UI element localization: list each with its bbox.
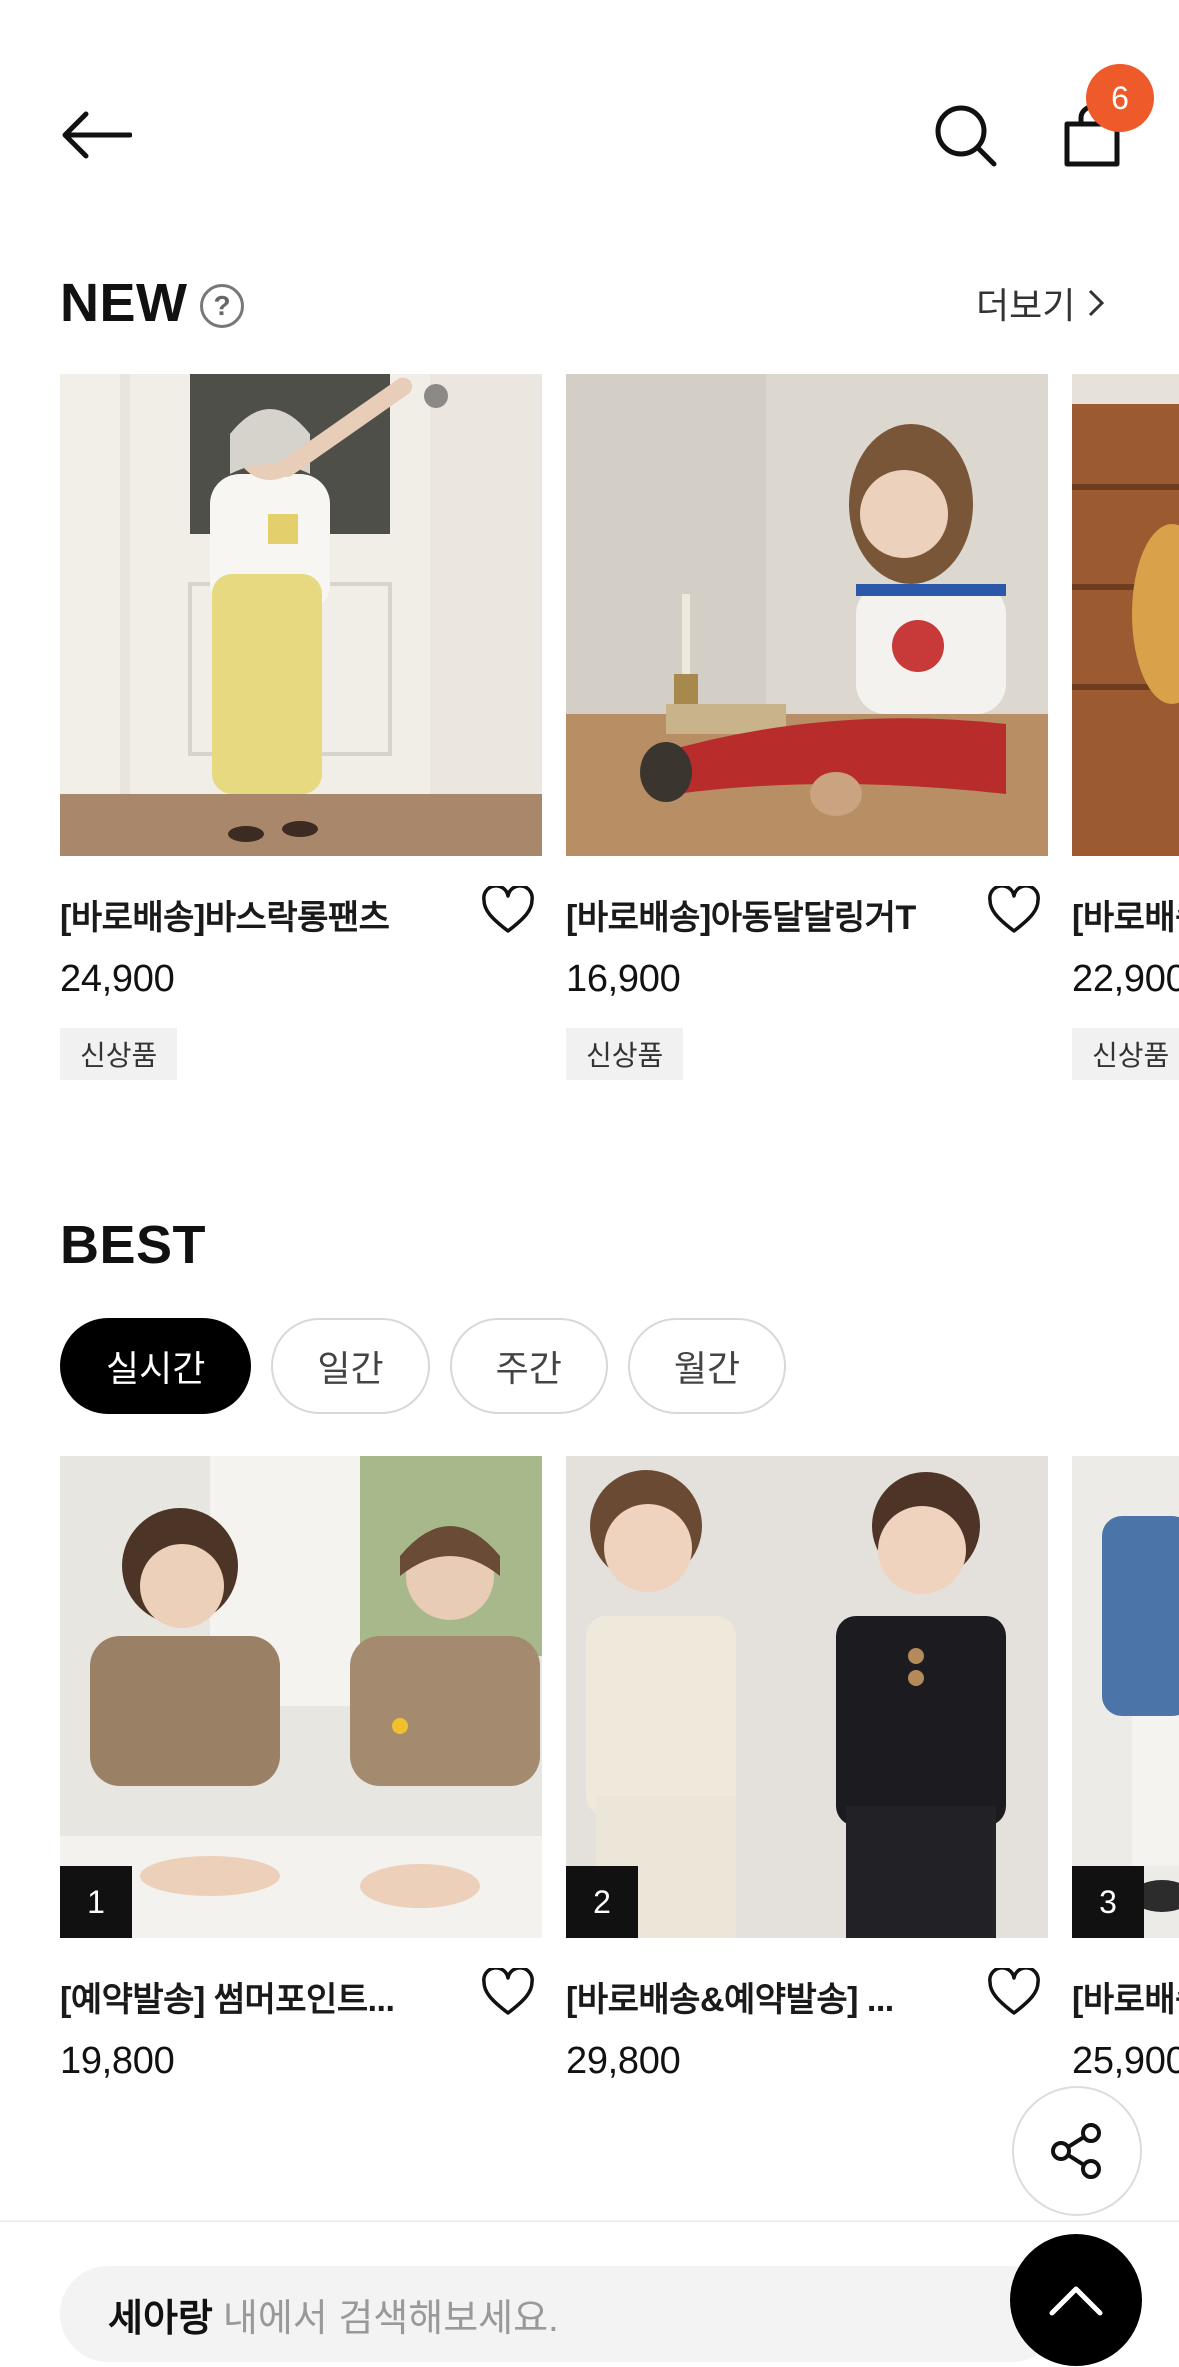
share-icon (1051, 2123, 1101, 2179)
chevron-up-icon (1049, 2286, 1103, 2316)
arrow-left-icon (62, 111, 132, 159)
new-item-tag: 신상품 (60, 1028, 178, 1080)
heart-icon (988, 1968, 1040, 2015)
product-name[interactable]: [바로배송]바스락롱팬츠 (60, 890, 460, 939)
product-price: 19,800 (60, 2040, 175, 2082)
heart-icon (988, 886, 1040, 933)
top-app-bar: 6 (0, 0, 1179, 230)
product-image[interactable]: 2 (566, 1456, 1048, 1938)
new-item-tag: 신상품 (566, 1028, 684, 1080)
wishlist-button[interactable] (478, 882, 538, 938)
store-name: 세아랑 (108, 2297, 213, 2340)
more-link[interactable]: 더보기 (976, 278, 1105, 328)
help-icon[interactable]: ? (200, 284, 244, 328)
store-search-input[interactable]: 세아랑 내에서 검색해보세요. (60, 2266, 1060, 2362)
scroll-top-button[interactable] (1010, 2234, 1142, 2366)
search-icon (935, 105, 997, 167)
filter-monthly[interactable]: 월간 (627, 1318, 787, 1414)
best-section-title: BEST (60, 1215, 207, 1275)
wishlist-button[interactable] (984, 882, 1044, 938)
product-image[interactable]: 1 (60, 1456, 542, 1938)
search-button[interactable] (926, 96, 1006, 176)
wishlist-button[interactable] (984, 1964, 1044, 2020)
cart-count-badge: 6 (1086, 64, 1154, 132)
product-price: 22,900 (1072, 958, 1179, 1000)
product-image[interactable]: 3 (1072, 1456, 1179, 1938)
new-item-tag: 신상품 (1072, 1028, 1179, 1080)
product-name[interactable]: [바로배송] (1072, 890, 1179, 939)
heart-icon (482, 1968, 534, 2015)
new-section-title: NEW (60, 273, 188, 333)
rank-badge: 1 (60, 1866, 132, 1938)
search-placeholder: 내에서 검색해보세요. (222, 2297, 559, 2340)
rank-badge: 3 (1072, 1866, 1144, 1938)
new-products-carousel[interactable]: [바로배송]바스락롱팬츠 24,900 신상품 [바로배송]아동달달링거T 16… (0, 374, 1179, 1094)
filter-weekly[interactable]: 주간 (449, 1318, 608, 1414)
filter-realtime[interactable]: 실시간 (60, 1318, 252, 1414)
product-name[interactable]: [바로배송] (1072, 1972, 1179, 2021)
product-name[interactable]: [바로배송&예약발송] ... (566, 1972, 966, 2021)
product-price: 24,900 (60, 958, 175, 1000)
bottom-search-bar: 세아랑 내에서 검색해보세요. (0, 2220, 1179, 2367)
product-name[interactable]: [예약발송] 썸머포인트... (60, 1972, 460, 2021)
more-link-label: 더보기 (976, 285, 1076, 326)
rank-badge: 2 (566, 1866, 638, 1938)
heart-icon (482, 886, 534, 933)
share-button[interactable] (1012, 2086, 1142, 2216)
wishlist-button[interactable] (478, 1964, 538, 2020)
filter-daily[interactable]: 일간 (271, 1318, 430, 1414)
product-price: 16,900 (566, 958, 681, 1000)
product-image[interactable] (566, 374, 1048, 856)
chevron-right-icon (1089, 289, 1105, 317)
best-products-carousel[interactable]: 1 [예약발송] 썸머포인트... 19,800 2 [바로배송&예약발송] .… (0, 1456, 1179, 2096)
product-image[interactable] (60, 374, 542, 856)
product-image[interactable] (1072, 374, 1179, 856)
back-button[interactable] (56, 100, 136, 170)
product-price: 29,800 (566, 2040, 681, 2082)
product-price: 25,900 (1072, 2040, 1179, 2082)
best-period-filter: 실시간 일간 주간 월간 (60, 1318, 787, 1414)
product-name[interactable]: [바로배송]아동달달링거T (566, 890, 966, 939)
